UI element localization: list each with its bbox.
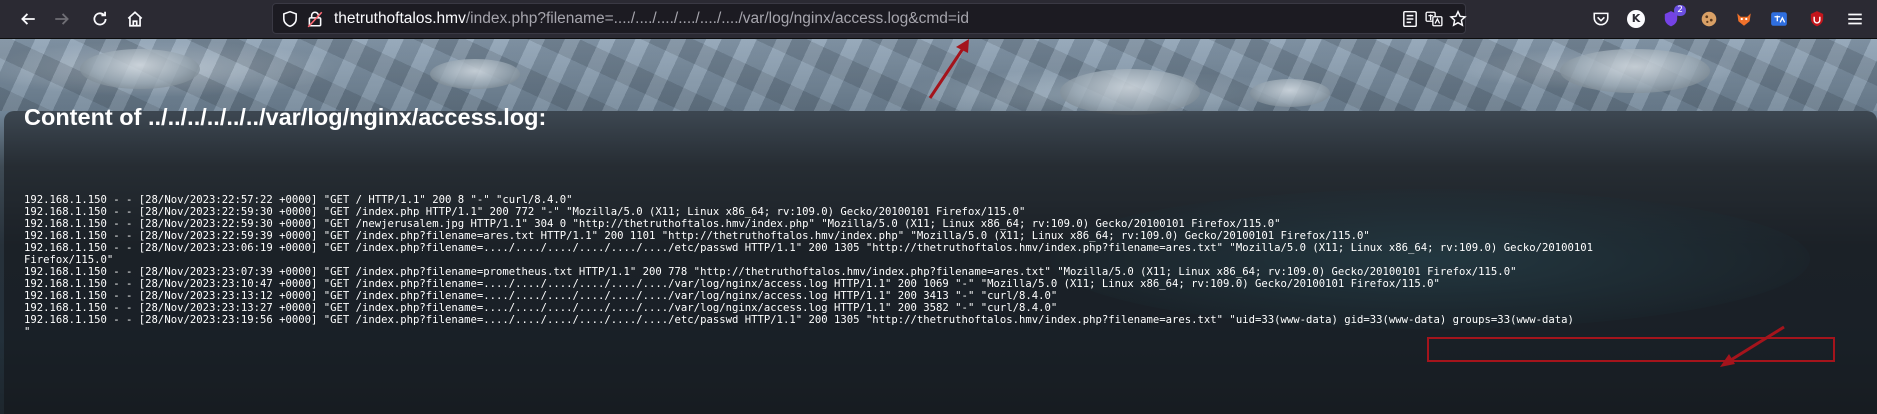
page-title: Content of ../../../../../../var/log/ngi… xyxy=(24,104,547,130)
access-log-output: 192.168.1.150 - - [28/Nov/2023:22:57:22 … xyxy=(24,194,1593,338)
log-line: 192.168.1.150 - - [28/Nov/2023:23:10:47 … xyxy=(24,278,1440,290)
forward-icon[interactable] xyxy=(48,5,76,33)
log-line: 192.168.1.150 - - [28/Nov/2023:23:13:27 … xyxy=(24,302,1058,314)
cookie-extension-icon[interactable] xyxy=(1699,9,1719,29)
log-line: " xyxy=(24,326,31,338)
account-letter: K xyxy=(1627,10,1645,28)
ublock-origin-icon[interactable] xyxy=(1807,9,1827,29)
log-line: 192.168.1.150 - - [28/Nov/2023:23:13:12 … xyxy=(24,290,1058,302)
translate-extension-icon[interactable] xyxy=(1769,9,1789,29)
extension-badge: 2 xyxy=(1674,5,1686,16)
app-menu-icon[interactable] xyxy=(1845,9,1865,29)
log-line: 192.168.1.150 - - [28/Nov/2023:22:59:39 … xyxy=(24,230,1370,242)
translate-icon[interactable] xyxy=(1425,10,1443,28)
background-structure xyxy=(1250,79,1330,107)
url-text[interactable]: thetruthoftalos.hmv/index.php?filename=.… xyxy=(334,4,969,33)
reader-view-icon[interactable] xyxy=(1401,10,1419,28)
back-icon[interactable] xyxy=(14,5,42,33)
pocket-icon[interactable] xyxy=(1591,9,1611,29)
background-structure xyxy=(80,49,200,89)
account-avatar[interactable]: K xyxy=(1626,9,1646,29)
log-line: 192.168.1.150 - - [28/Nov/2023:22:59:30 … xyxy=(24,218,1281,230)
background-structure xyxy=(1560,49,1710,93)
tracking-protection-shield-icon[interactable] xyxy=(281,10,299,28)
fox-extension-icon[interactable] xyxy=(1734,9,1754,29)
log-line: Firefox/115.0" xyxy=(24,254,114,266)
log-line: 192.168.1.150 - - [28/Nov/2023:22:59:30 … xyxy=(24,206,1026,218)
reload-icon[interactable] xyxy=(86,5,114,33)
log-line: 192.168.1.150 - - [28/Nov/2023:23:07:39 … xyxy=(24,266,1517,278)
background-structure xyxy=(430,59,520,89)
highlight-box-command-output xyxy=(1427,337,1835,362)
url-bar[interactable]: thetruthoftalos.hmv/index.php?filename=.… xyxy=(272,3,1467,34)
url-path: /index.php?filename=..../..../..../..../… xyxy=(465,10,969,27)
log-line: 192.168.1.150 - - [28/Nov/2023:22:57:22 … xyxy=(24,194,573,206)
bookmark-star-icon[interactable] xyxy=(1449,10,1467,28)
home-icon[interactable] xyxy=(121,5,149,33)
extension-shield-icon[interactable]: 2 xyxy=(1661,5,1686,29)
insecure-lock-icon[interactable] xyxy=(306,10,324,28)
url-host: thetruthoftalos.hmv xyxy=(334,10,466,27)
background-structure xyxy=(1060,69,1200,115)
log-line: 192.168.1.150 - - [28/Nov/2023:23:19:56 … xyxy=(24,314,1574,326)
log-line: 192.168.1.150 - - [28/Nov/2023:23:06:19 … xyxy=(24,242,1593,254)
browser-toolbar: thetruthoftalos.hmv/index.php?filename=.… xyxy=(0,0,1877,39)
